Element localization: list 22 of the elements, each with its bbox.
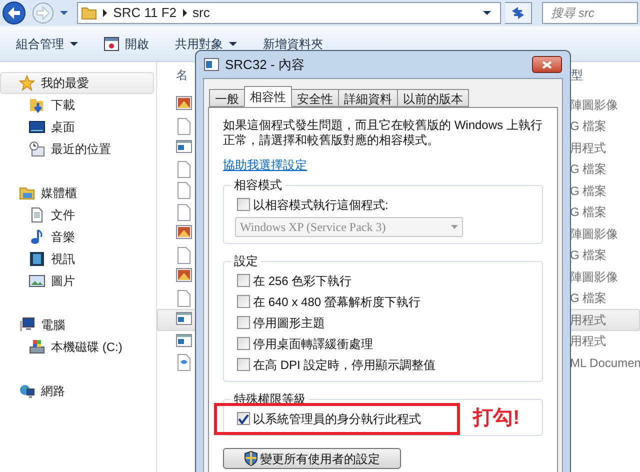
annotation-text: 打勾! [473,406,520,431]
file-type: 用程式 [570,140,607,157]
file-type: G 檔案 [570,290,608,308]
checkbox-label: 以相容模式執行這個程式: [253,196,388,214]
file-type: G 檔案 [570,247,608,264]
description-text: 如果這個程式發生問題，而且它在較舊版的 Windows 上執行正常，請選擇和較舊版對應的相容模式。 [223,118,543,148]
file-type: G 檔案 [570,118,608,136]
file-type: 用程式 [570,312,607,329]
checkbox-label: 停用圖形主題 [253,314,325,332]
window-title: SRC32 - 內容 [225,56,304,74]
checkbox-label: 在 256 色彩下執行 [253,272,352,290]
checkbox-label: 以系統管理員的身分執行此程式 [253,410,421,428]
group-title: 設定 [233,253,259,270]
file-type: G 檔案 [570,204,608,222]
checkbox-label: 停用桌面轉譯緩衝處理 [253,336,373,352]
checkbox-label: 在高 DPI 設定時，停用顯示調整值 [253,356,436,374]
file-type: 用程式 [570,333,607,350]
file-type: ML Documen [570,354,639,372]
file-type: G 檔案 [570,161,608,178]
checkbox-label: 在 640 x 480 螢幕解析度下執行 [253,294,420,310]
file-type: G 檔案 [570,182,608,200]
group-title: 相容模式 [233,177,283,194]
